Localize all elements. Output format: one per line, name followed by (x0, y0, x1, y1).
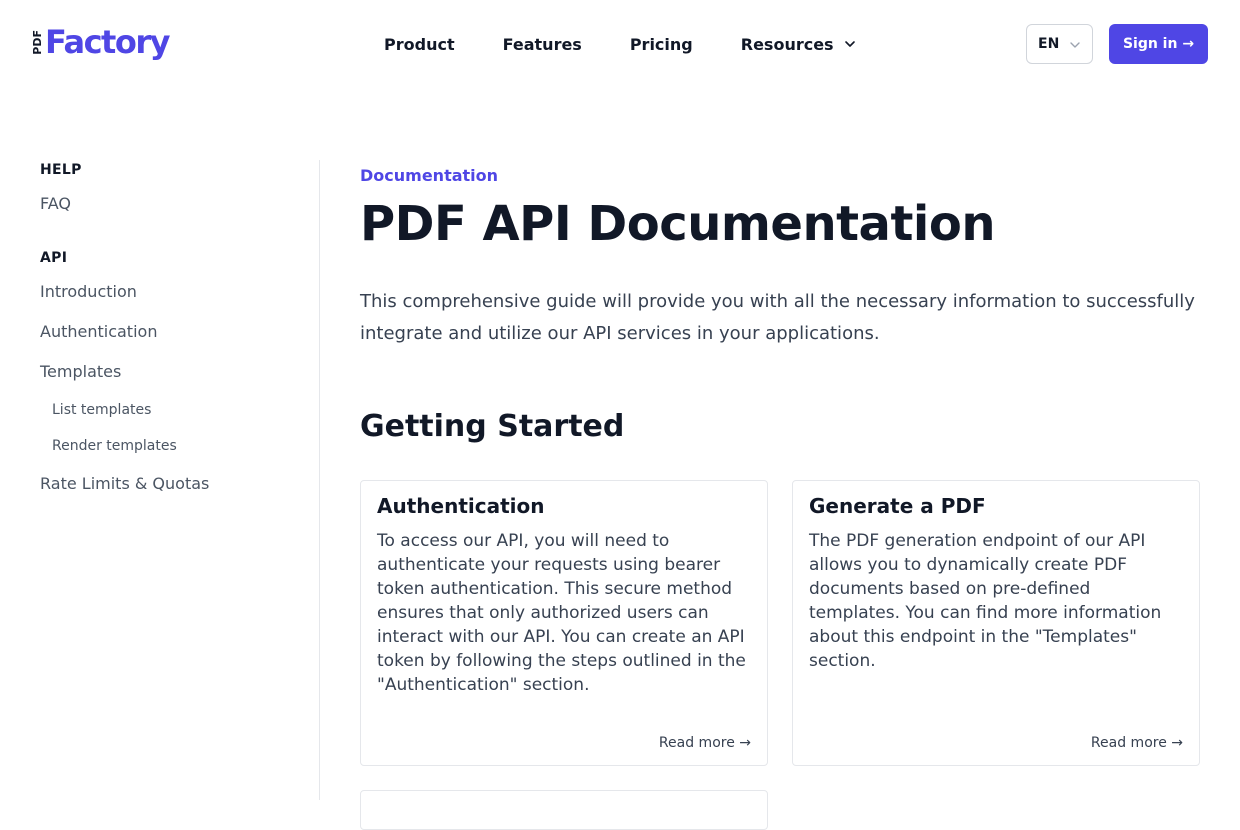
section-title: Getting Started (360, 409, 625, 444)
sidebar-item-rate-limits[interactable]: Rate Limits & Quotas (40, 474, 209, 493)
nav-resources[interactable]: Resources (741, 35, 856, 54)
logo-name: Factory (45, 23, 170, 61)
card-title: Authentication (377, 494, 545, 518)
page-title: PDF API Documentation (360, 196, 996, 252)
sidebar-subitem-list-templates[interactable]: List templates (52, 402, 151, 418)
nav-pricing[interactable]: Pricing (630, 35, 693, 54)
chevron-down-icon (844, 41, 855, 47)
nav-product[interactable]: Product (384, 35, 455, 54)
sidebar-item-templates[interactable]: Templates (40, 362, 121, 381)
card-body: To access our API, you will need to auth… (377, 531, 746, 695)
nav-features-label: Features (502, 34, 582, 54)
docs-sidebar: HELP FAQ API Introduction Authentication… (0, 160, 320, 800)
card-partial[interactable] (360, 790, 768, 830)
page-eyebrow: Documentation (360, 166, 499, 185)
main-nav: Product Features Pricing Resources (384, 30, 856, 58)
language-value: EN (1038, 36, 1060, 52)
sidebar-subitem-render-templates[interactable]: Render templates (52, 438, 177, 454)
nav-pricing-label: Pricing (629, 34, 693, 54)
top-header: PDF Factory Product Features Pricing Res… (0, 0, 1240, 88)
read-more-link[interactable]: Read more → (1091, 735, 1183, 751)
sign-in-button[interactable]: Sign in → (1109, 24, 1208, 64)
sidebar-item-faq[interactable]: FAQ (40, 194, 71, 213)
read-more-link[interactable]: Read more → (659, 735, 751, 751)
sidebar-item-authentication[interactable]: Authentication (40, 322, 157, 341)
chevron-down-icon (1070, 42, 1080, 48)
nav-features[interactable]: Features (503, 35, 582, 54)
nav-product-label: Product (384, 34, 455, 54)
sidebar-heading-help: HELP (40, 162, 82, 178)
page-intro: This comprehensive guide will provide yo… (360, 291, 1195, 344)
nav-resources-label: Resources (740, 34, 834, 54)
card-authentication[interactable]: Authentication To access our API, you wi… (360, 480, 768, 766)
sidebar-item-introduction[interactable]: Introduction (40, 282, 137, 301)
sidebar-heading-api: API (40, 250, 68, 266)
logo-prefix: PDF (31, 29, 44, 55)
card-title: Generate a PDF (809, 494, 986, 518)
language-select[interactable]: EN (1026, 24, 1093, 64)
card-body: The PDF generation endpoint of our API a… (809, 531, 1162, 671)
card-generate-pdf[interactable]: Generate a PDF The PDF generation endpoi… (792, 480, 1200, 766)
logo[interactable]: PDF Factory (31, 22, 170, 62)
